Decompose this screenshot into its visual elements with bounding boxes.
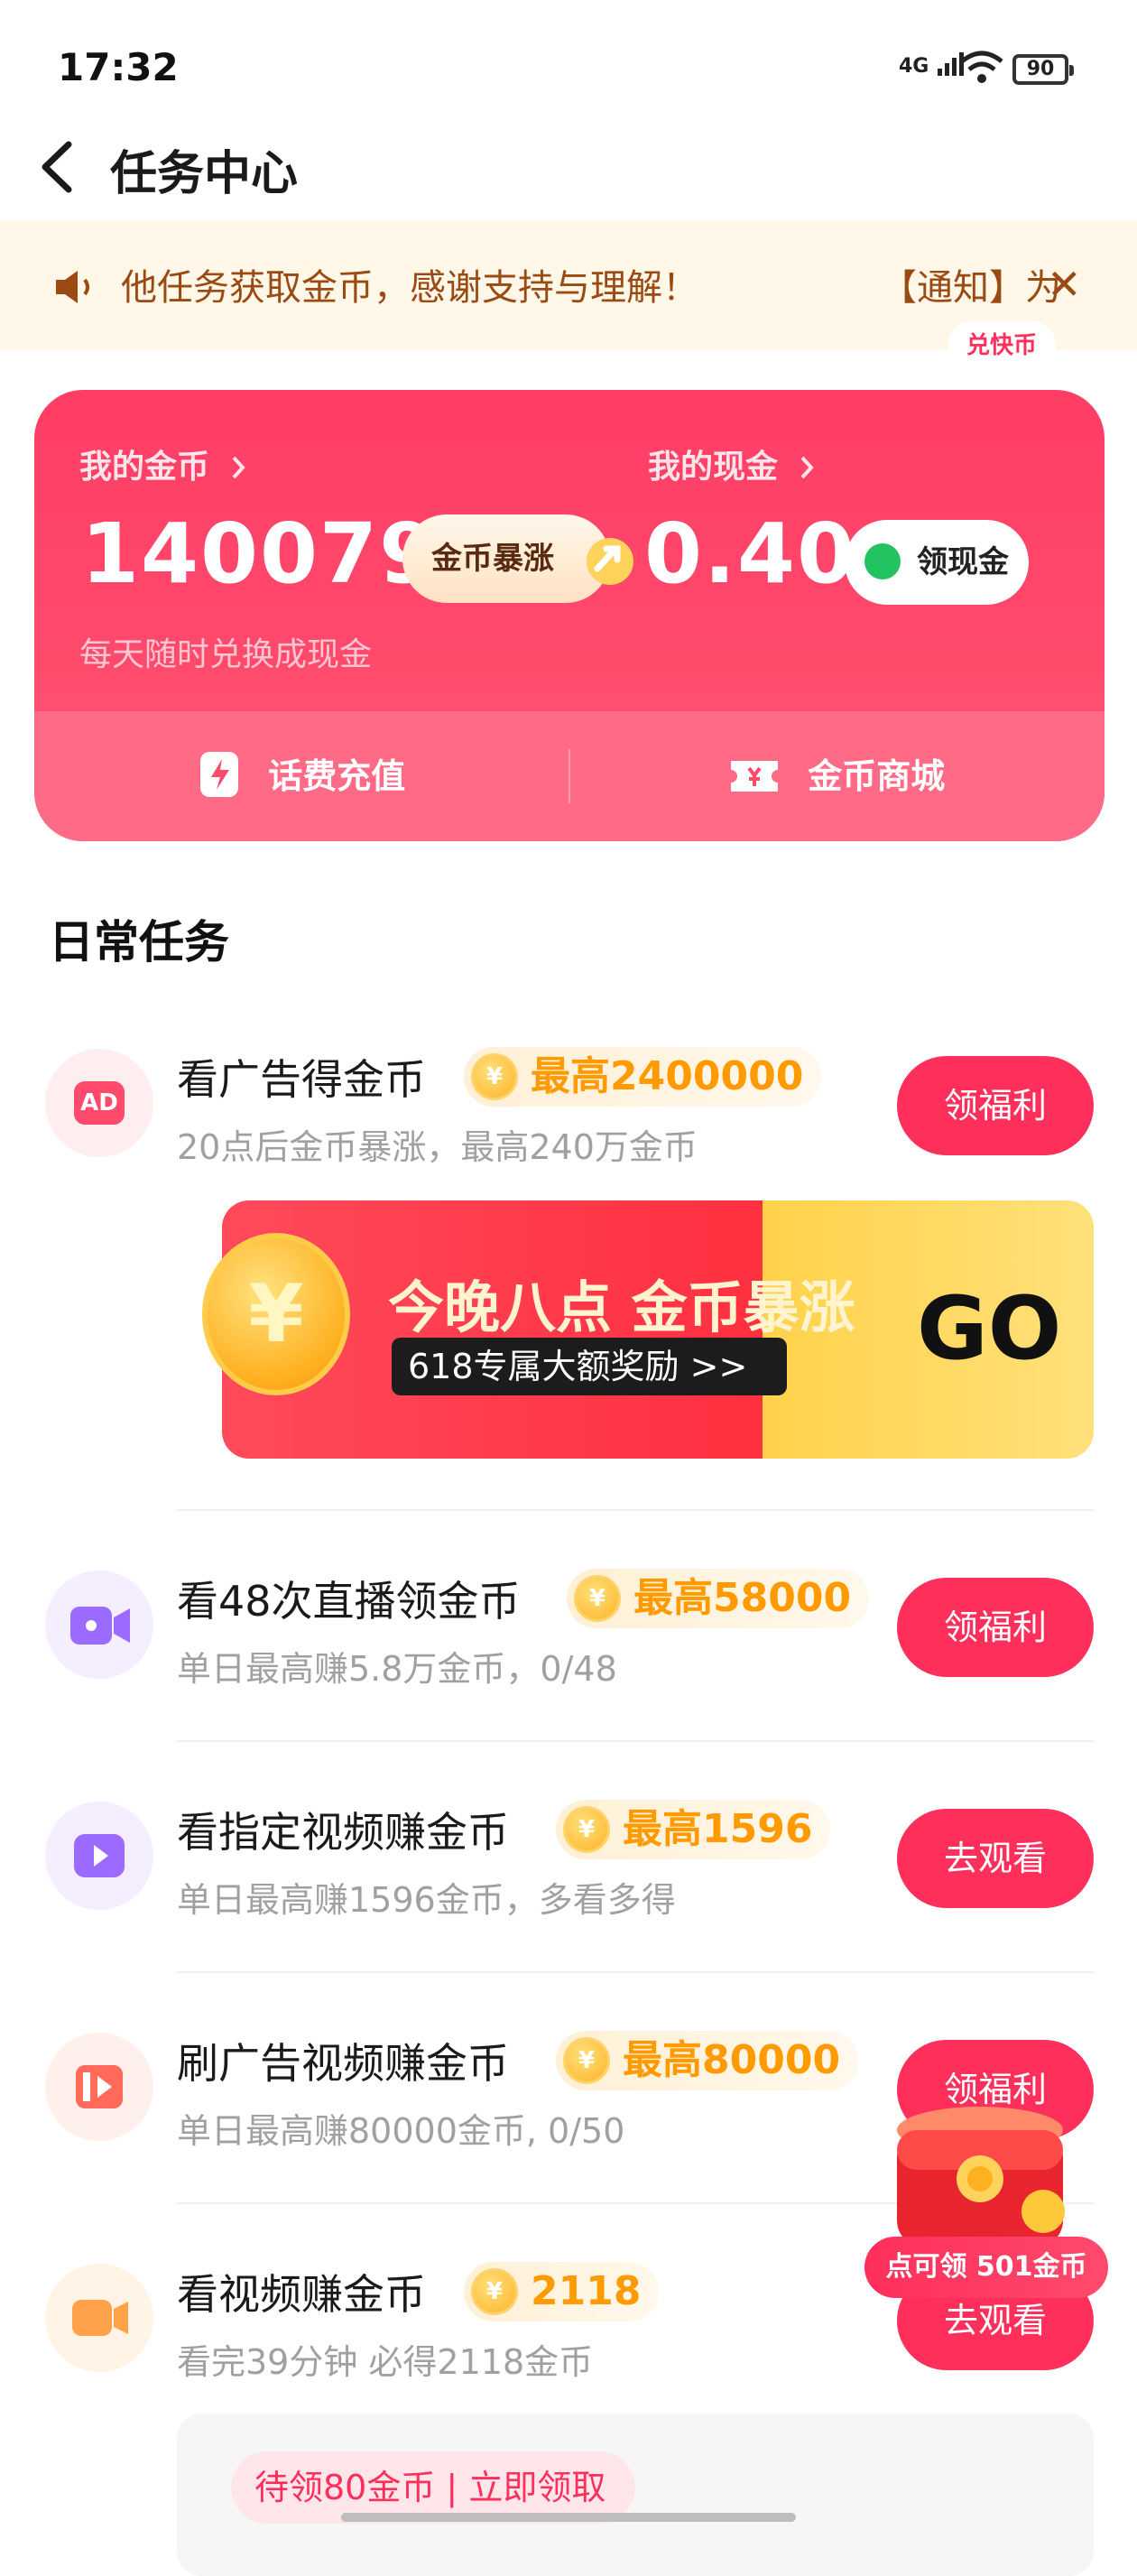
coin-glyph: ¥ bbox=[248, 1267, 304, 1360]
task-reward-value: 最高2400000 bbox=[531, 1053, 804, 1099]
my-cash-link[interactable]: 我的现金 bbox=[648, 440, 817, 487]
task-subtitle: 20点后金币暴涨，最高240万金币 bbox=[177, 1127, 698, 1167]
ad-icon: AD bbox=[45, 1049, 153, 1157]
status-time: 17:32 bbox=[58, 45, 179, 89]
phone-recharge-button[interactable]: 话费充值 bbox=[199, 711, 405, 841]
coin-mall-label: 金币商城 bbox=[808, 756, 946, 796]
task-reward: ¥ 最高80000 bbox=[556, 2031, 859, 2090]
video-ad-icon bbox=[45, 2033, 153, 2141]
task-title: 看广告得金币 bbox=[177, 1055, 426, 1104]
pending-reward-card: 待领80金币 | 立即领取 bbox=[177, 2414, 1094, 2576]
task-title: 看48次直播领金币 bbox=[177, 1577, 521, 1626]
lightning-icon bbox=[200, 752, 238, 797]
wifi-icon bbox=[960, 51, 1003, 83]
treasure-chest-icon[interactable] bbox=[881, 2103, 1077, 2256]
cashout-button[interactable]: 领现金 bbox=[845, 520, 1029, 605]
exchange-badge: 兑快币 bbox=[948, 321, 1056, 370]
video-icon bbox=[45, 2264, 153, 2372]
divider bbox=[177, 1509, 1094, 1511]
task-subtitle: 单日最高赚5.8万金币，0/48 bbox=[177, 1649, 617, 1689]
task-subtitle: 看完39分钟 必得2118金币 bbox=[177, 2342, 594, 2382]
my-cash-label: 我的现金 bbox=[648, 449, 779, 486]
section-title: 日常任务 bbox=[49, 916, 229, 968]
wechat-icon bbox=[864, 543, 901, 579]
task-reward: ¥ 最高1596 bbox=[556, 1800, 831, 1859]
task-reward-value: 最高58000 bbox=[633, 1575, 852, 1621]
network-type: 4G bbox=[899, 55, 929, 78]
page-title: 任务中心 bbox=[110, 147, 299, 201]
banner-headline: 今晚八点 金币暴涨 bbox=[388, 1274, 855, 1340]
coin-icon: ¥ bbox=[471, 1053, 518, 1100]
ticket-icon bbox=[731, 761, 778, 792]
coins-value: 140079 bbox=[81, 505, 439, 602]
task-action-button[interactable]: 领福利 bbox=[897, 1578, 1094, 1677]
task-reward: ¥ 最高58000 bbox=[567, 1569, 870, 1628]
cashout-label: 领现金 bbox=[917, 544, 1009, 580]
task-reward-value: 最高1596 bbox=[623, 1806, 813, 1852]
chevron-right-icon bbox=[232, 456, 245, 479]
coin-icon: ¥ bbox=[471, 2268, 518, 2315]
phone-recharge-label: 话费充值 bbox=[268, 756, 406, 796]
banner-subtitle: 618专属大额奖励 >> bbox=[392, 1338, 787, 1395]
speaker-icon bbox=[56, 271, 89, 303]
gold-coin-icon: ¥ bbox=[202, 1233, 350, 1395]
task-title: 看视频赚金币 bbox=[177, 2270, 426, 2319]
wallet-card: 我的金币 140079 金币暴涨 我的现金 0.40 领现金 每天随时兑换成现金… bbox=[34, 390, 1105, 841]
live-camera-icon bbox=[45, 1571, 153, 1679]
divider bbox=[177, 1740, 1094, 1742]
notice-tag: 【通知】为 bbox=[881, 267, 1061, 309]
back-button[interactable] bbox=[31, 134, 85, 200]
promo-banner[interactable]: 今晚八点 金币暴涨 618专属大额奖励 >> GO bbox=[222, 1200, 1094, 1459]
task-reward-value: 最高80000 bbox=[623, 2037, 841, 2083]
cash-value: 0.40 bbox=[644, 505, 856, 602]
task-subtitle: 单日最高赚1596金币，多看多得 bbox=[177, 1880, 676, 1920]
wallet-subtitle: 每天随时兑换成现金 bbox=[79, 636, 373, 673]
coin-mall-button[interactable]: 金币商城 bbox=[729, 711, 945, 841]
task-action-button[interactable]: 去观看 bbox=[897, 1809, 1094, 1908]
chevron-left-icon bbox=[42, 141, 72, 193]
task-reward: ¥ 2118 bbox=[464, 2262, 660, 2321]
task-action-button[interactable]: 领福利 bbox=[897, 1056, 1094, 1155]
home-indicator bbox=[341, 2513, 796, 2522]
cellular-signal-icon: 4G bbox=[899, 51, 966, 78]
notice-text: 他任务获取金币，感谢支持与理解！ bbox=[121, 267, 698, 309]
task-reward: ¥ 最高2400000 bbox=[464, 1047, 822, 1107]
my-coins-label: 我的金币 bbox=[79, 449, 210, 486]
banner-go: GO bbox=[917, 1278, 1062, 1379]
divider bbox=[177, 1971, 1094, 1973]
close-icon[interactable]: ✕ bbox=[1047, 260, 1082, 309]
divider bbox=[568, 749, 570, 803]
task-title: 刷广告视频赚金币 bbox=[177, 2039, 509, 2088]
coin-icon: ¥ bbox=[574, 1575, 621, 1622]
my-coins-link[interactable]: 我的金币 bbox=[79, 440, 248, 487]
battery-icon: 90 bbox=[1012, 54, 1074, 85]
task-title: 看指定视频赚金币 bbox=[177, 1808, 509, 1857]
status-bar: 17:32 4G 90 bbox=[0, 0, 1137, 135]
rising-arrow-icon bbox=[587, 538, 633, 585]
floating-reward-badge[interactable]: 点可领 501金币 bbox=[864, 2237, 1108, 2298]
wallet-actions: 话费充值 金币商城 bbox=[34, 711, 1105, 841]
coin-icon: ¥ bbox=[563, 2037, 610, 2084]
task-reward-value: 2118 bbox=[531, 2268, 642, 2314]
coin-icon: ¥ bbox=[563, 1806, 610, 1853]
play-icon bbox=[45, 1802, 153, 1910]
chevron-right-icon bbox=[800, 456, 814, 479]
task-subtitle: 单日最高赚80000金币, 0/50 bbox=[177, 2111, 625, 2151]
